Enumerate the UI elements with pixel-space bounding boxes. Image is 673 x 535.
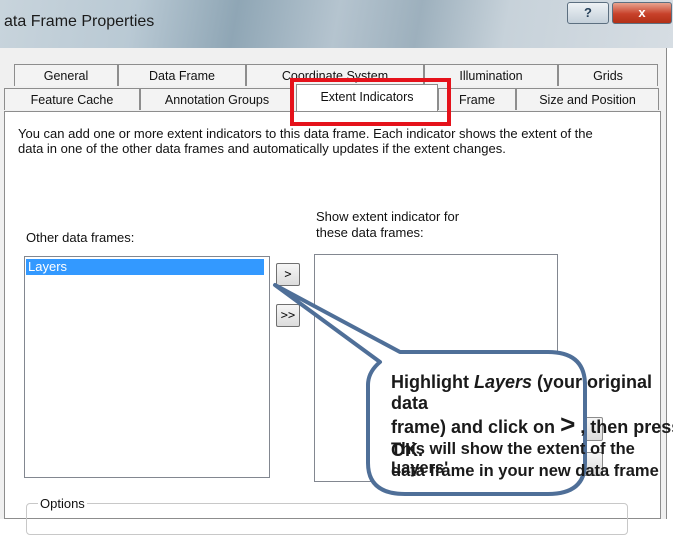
callout-line-4: data frame in your new data frame (391, 462, 659, 480)
callout-line-1: Highlight Layers (your original data (391, 372, 653, 413)
